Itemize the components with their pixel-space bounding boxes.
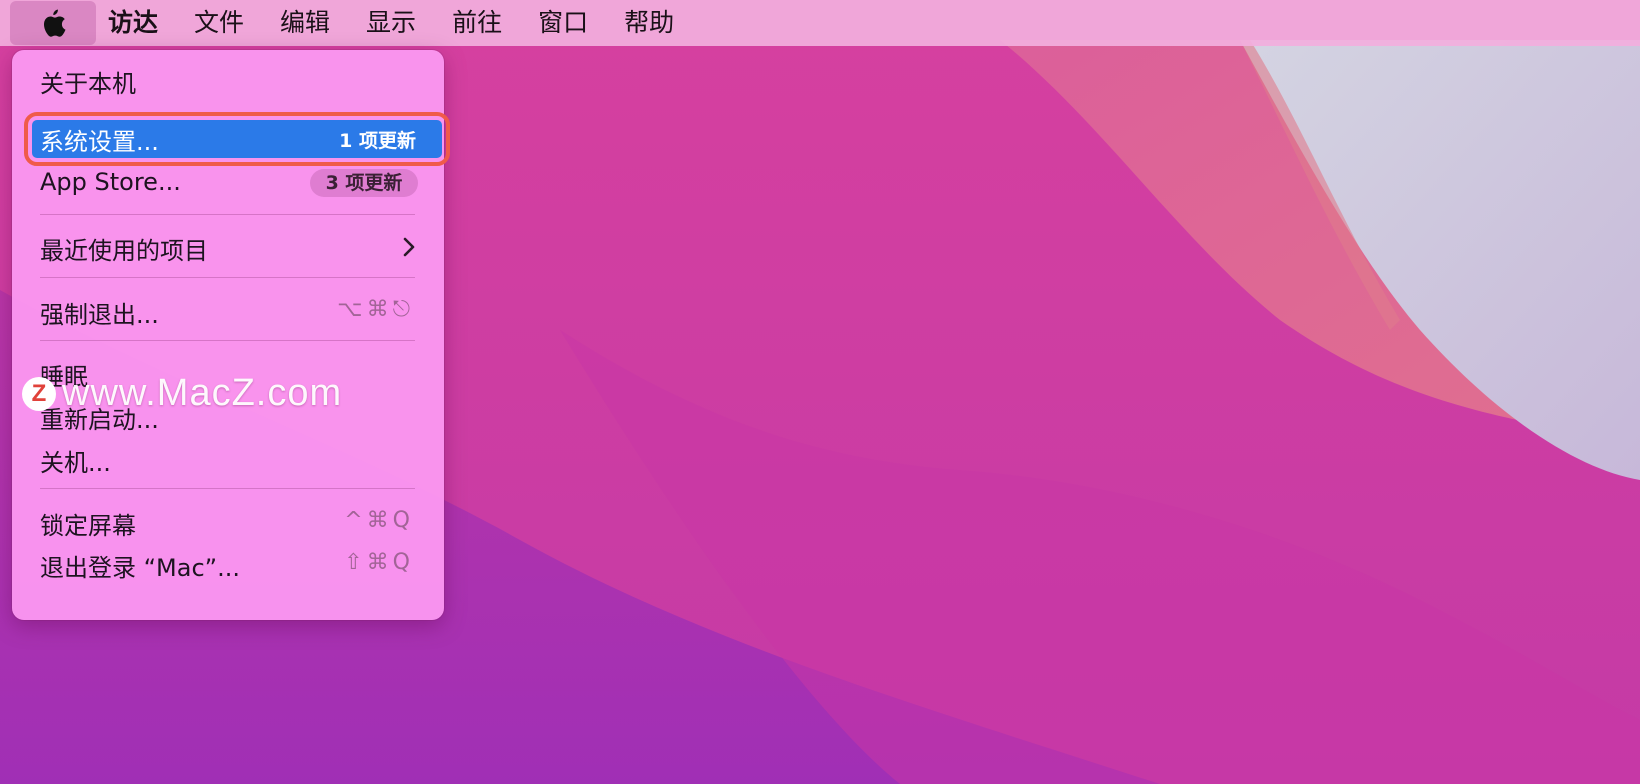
- menu-item-log-out[interactable]: 退出登录 “Mac”...: [40, 548, 240, 583]
- menubar-help[interactable]: 帮助: [606, 0, 692, 46]
- menubar-file[interactable]: 文件: [176, 0, 262, 46]
- menu-separator: [40, 277, 415, 278]
- system-settings-update-badge: 1 项更新: [339, 130, 416, 152]
- menubar-view[interactable]: 显示: [348, 0, 434, 46]
- lock-screen-shortcut: ^⌘Q: [344, 508, 414, 533]
- menu-separator: [40, 488, 415, 489]
- menu-item-recent-items[interactable]: 最近使用的项目: [40, 231, 208, 266]
- menu-item-shut-down[interactable]: 关机...: [40, 443, 111, 478]
- menu-bar: 访达 文件 编辑 显示 前往 窗口 帮助: [0, 0, 1640, 46]
- watermark: Z www.MacZ.com: [22, 372, 342, 415]
- menu-separator: [40, 340, 415, 341]
- menu-item-force-quit[interactable]: 强制退出...: [40, 295, 159, 330]
- app-store-update-badge: 3 项更新: [310, 169, 418, 197]
- menu-item-about-this-mac[interactable]: 关于本机: [40, 64, 136, 99]
- apple-menu-dropdown: 关于本机 系统设置... 1 项更新 App Store... 3 项更新 最近…: [12, 50, 450, 620]
- apple-menu-button[interactable]: [10, 1, 96, 45]
- apple-icon: [43, 9, 66, 37]
- log-out-shortcut: ⇧⌘Q: [344, 550, 414, 575]
- menubar-edit[interactable]: 编辑: [262, 0, 348, 46]
- system-settings-label: 系统设置...: [40, 128, 159, 156]
- watermark-logo: Z: [22, 376, 56, 411]
- menubar-go[interactable]: 前往: [434, 0, 520, 46]
- menu-item-app-store[interactable]: App Store...: [40, 168, 181, 196]
- force-quit-shortcut: ⌥⌘⎋: [337, 297, 414, 322]
- desktop: 访达 文件 编辑 显示 前往 窗口 帮助 关于本机 系统设置... 1 项更新 …: [0, 0, 1640, 784]
- menubar-window[interactable]: 窗口: [520, 0, 606, 46]
- menu-item-lock-screen[interactable]: 锁定屏幕: [40, 506, 136, 541]
- watermark-text: www.MacZ.com: [62, 372, 343, 414]
- menubar-finder[interactable]: 访达: [96, 0, 176, 46]
- chevron-right-icon: [402, 235, 416, 265]
- menu-separator: [40, 214, 415, 215]
- menu-item-system-settings[interactable]: 系统设置... 1 项更新: [24, 112, 450, 166]
